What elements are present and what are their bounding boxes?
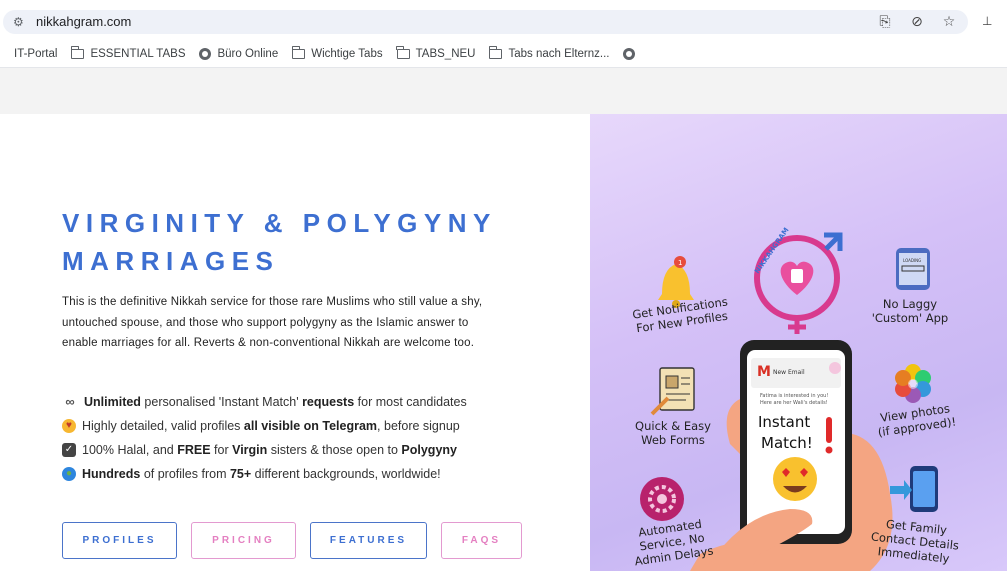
feature-text: Hundreds of profiles from 75+ different …	[82, 462, 441, 486]
feature-text: 100% Halal, and FREE for Virgin sisters …	[82, 438, 457, 462]
feature-bold: FREE	[177, 443, 211, 457]
feature-plain: 100% Halal, and	[82, 443, 178, 457]
feature-bold: Unlimited	[84, 395, 141, 409]
folder-icon	[291, 45, 306, 59]
heart-eyes-face-icon: ♥	[62, 419, 76, 433]
automation-gear-icon	[640, 477, 684, 521]
title-line-1: VIRGINITY & POLYGYNY	[62, 208, 497, 238]
feature-plain: of profiles from	[140, 467, 230, 481]
phone-email-label: New Email	[773, 369, 805, 376]
feature-plain: Highly detailed, valid profiles	[82, 419, 244, 433]
folder-icon	[489, 45, 503, 59]
web-form-icon	[650, 367, 695, 416]
bookmark-it-portal[interactable]: IT-Portal	[14, 48, 57, 60]
browser-address-bar: ⚙ nikkahgram.com ⎘ ⊘ ☆ ⊥	[0, 0, 1007, 40]
bookmark-essential-tabs[interactable]: ESSENTIAL TABS	[71, 45, 186, 60]
site-settings-icon[interactable]: ⚙	[13, 14, 29, 30]
label-line: 'Custom' App	[871, 311, 949, 325]
label-line: Web Forms	[641, 433, 705, 447]
title-line-2: MARRIAGES	[62, 246, 280, 276]
bookmark-tabs-nach-elternzeit[interactable]: Tabs nach Elternz...	[489, 45, 610, 60]
label-line: Quick & Easy	[635, 419, 711, 433]
bookmark-label: Büro Online	[217, 47, 279, 60]
intro-paragraph: This is the definitive Nikkah service fo…	[62, 292, 542, 354]
faqs-button[interactable]: FAQS	[441, 522, 522, 559]
intro-line: untouched spouse, and those who support …	[62, 316, 469, 329]
bookmark-wichtige-tabs[interactable]: Wichtige Tabs	[291, 45, 383, 60]
notif-badge: 1	[678, 259, 682, 267]
feature-bold: Polygyny	[401, 443, 457, 457]
feature-text: Highly detailed, valid profiles all visi…	[82, 414, 460, 438]
page-title: VIRGINITY & POLYGYNY MARRIAGES	[62, 204, 582, 280]
label-line: No Laggy	[882, 297, 938, 311]
features-button[interactable]: FEATURES	[310, 522, 427, 559]
globe-icon	[199, 47, 212, 60]
checkbox-icon: ✓	[62, 443, 76, 457]
contact-phone-icon	[890, 466, 938, 512]
folder-icon	[71, 45, 85, 59]
feature-plain: , before signup	[377, 419, 460, 433]
page-header-band	[0, 68, 1007, 114]
feature-item-worldwide: ● Hundreds of profiles from 75+ differen…	[62, 462, 572, 486]
phone-email-text: Fatima is interested in you!	[760, 393, 828, 399]
promo-graphic: NIKKAHGRAM 1 LOADING M New Email Fatima …	[590, 114, 1007, 571]
cta-button-row: PROFILES PRICING FEATURES FAQS	[62, 522, 522, 559]
bookmark-label: TABS_NEU	[415, 47, 476, 60]
feature-item-halal: ✓ 100% Halal, and FREE for Virgin sister…	[62, 438, 572, 462]
loading-phone-icon: LOADING	[896, 248, 930, 290]
gmail-icon: M	[757, 364, 771, 380]
bookmark-label: IT-Portal	[14, 47, 58, 60]
feature-bold: Hundreds	[82, 467, 141, 481]
star-bookmark-icon[interactable]: ☆	[940, 13, 958, 30]
intro-line: enable marriages for all. Reverts & non-…	[62, 337, 475, 349]
feature-item-profiles: ♥ Highly detailed, valid profiles all vi…	[62, 414, 572, 438]
globe-icon	[623, 47, 636, 60]
profiles-button[interactable]: PROFILES	[62, 522, 177, 559]
feature-item-unlimited: ∞ Unlimited personalised 'Instant Match'…	[62, 390, 572, 414]
feature-bold: all visible on Telegram	[243, 419, 378, 433]
translate-icon[interactable]: ⎘	[876, 13, 894, 30]
promo-illustration: NIKKAHGRAM 1 LOADING M New Email Fatima …	[640, 226, 938, 571]
feature-text: Unlimited personalised 'Instant Match' r…	[84, 390, 467, 414]
feature-plain: sisters & those open to	[267, 443, 402, 457]
bookmark-label: Tabs nach Elternz...	[508, 47, 610, 60]
instant-match-text: Instant	[758, 413, 810, 431]
bookmark-tabs-neu[interactable]: TABS_NEU	[396, 45, 476, 60]
bookmark-globe[interactable]	[623, 47, 636, 60]
photos-icon	[895, 364, 931, 403]
no-laggy-label: No Laggy 'Custom' App	[865, 297, 955, 325]
omnibox[interactable]: ⚙ nikkahgram.com ⎘ ⊘ ☆	[3, 10, 968, 34]
folder-icon	[396, 45, 410, 59]
eye-off-icon[interactable]: ⊘	[908, 13, 926, 30]
web-forms-label: Quick & Easy Web Forms	[628, 419, 718, 447]
instant-match-text: Match!	[761, 434, 813, 452]
intro-line: This is the definitive Nikkah service fo…	[62, 296, 483, 308]
feature-bold: Virgin	[232, 443, 268, 457]
pricing-button[interactable]: PRICING	[191, 522, 296, 559]
feature-plain: personalised 'Instant Match'	[140, 395, 303, 409]
phone-email-text: Here are her Wali's details!	[760, 400, 828, 406]
url-text[interactable]: nikkahgram.com	[36, 14, 131, 30]
loading-label: LOADING	[903, 258, 921, 263]
bookmark-label: ESSENTIAL TABS	[90, 47, 186, 60]
feature-bold: requests	[302, 395, 355, 409]
feature-plain: different backgrounds, worldwide!	[251, 467, 441, 481]
bookmark-buero-online[interactable]: Büro Online	[199, 47, 279, 60]
feature-bold: 75+	[229, 467, 252, 481]
infinity-icon: ∞	[65, 394, 75, 409]
bookmark-label: Wichtige Tabs	[311, 47, 383, 60]
feature-plain: for	[210, 443, 233, 457]
extension-icon[interactable]: ⊥	[982, 14, 992, 28]
feature-plain: for most candidates	[354, 395, 467, 409]
feature-list: ∞ Unlimited personalised 'Instant Match'…	[62, 390, 572, 486]
globe-emoji-icon: ●	[62, 467, 76, 481]
bookmarks-bar: IT-Portal ESSENTIAL TABS Büro Online Wic…	[0, 40, 1007, 68]
hero-section: VIRGINITY & POLYGYNY MARRIAGES This is t…	[0, 114, 590, 571]
